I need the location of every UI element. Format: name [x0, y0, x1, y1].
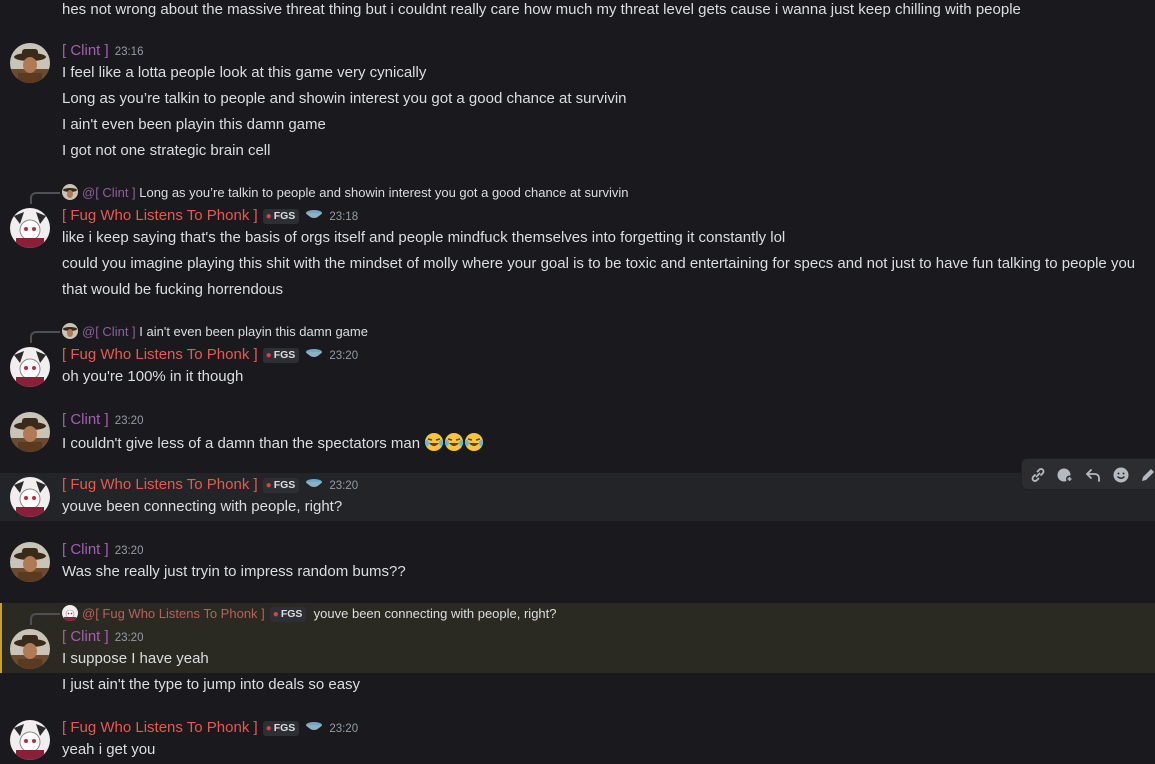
laughing-emoji-icon[interactable]	[444, 432, 464, 458]
avatar-fug[interactable]	[10, 208, 50, 248]
mushroom-icon: ●	[265, 211, 272, 222]
laughing-emoji-icon[interactable]	[464, 432, 484, 458]
avatar-clint[interactable]	[10, 542, 50, 582]
mushroom-icon: ●	[265, 350, 272, 361]
timestamp: 23:18	[329, 211, 359, 223]
reply-author[interactable]: @[ Clint ]	[82, 185, 136, 200]
message-line: I couldn't give less of a damn than the …	[62, 432, 484, 458]
reply-text: I ain't even been playin this damn game	[139, 324, 368, 339]
mushroom-icon: ●	[265, 480, 272, 491]
bowl-icon	[305, 476, 323, 496]
message-header: [ Fug Who Listens To Phonk ] ● FGS 23:20	[62, 345, 358, 365]
message-header: [ Clint ] 23:20	[62, 410, 143, 430]
avatar-fug[interactable]	[10, 477, 50, 517]
username-clint[interactable]: [ Clint ]	[62, 541, 109, 558]
timestamp: 23:20	[114, 632, 144, 644]
message-line: I ain't even been playin this damn game	[62, 116, 326, 133]
message-line: could you imagine playing this shit with…	[62, 255, 1136, 272]
guild-tag[interactable]: ● FGS	[262, 209, 300, 224]
message-line: like i keep saying that's the basis of o…	[62, 229, 786, 246]
bowl-icon	[305, 719, 323, 739]
mention-highlight-bar	[0, 603, 2, 673]
message-header: [ Fug Who Listens To Phonk ] ● FGS 23:20	[62, 718, 358, 738]
username-fug[interactable]: [ Fug Who Listens To Phonk ]	[62, 719, 258, 736]
reply-avatar-clint	[62, 323, 78, 339]
message-line: I suppose I have yeah	[62, 650, 209, 667]
reply-author[interactable]: @[ Fug Who Listens To Phonk ]	[82, 606, 265, 621]
username-clint[interactable]: [ Clint ]	[62, 411, 109, 428]
guild-tag[interactable]: ● FGS	[262, 478, 300, 493]
reply-text: youve been connecting with people, right…	[313, 606, 557, 621]
username-fug[interactable]: [ Fug Who Listens To Phonk ]	[62, 346, 258, 363]
guild-tag[interactable]: ● FGS	[262, 721, 300, 736]
avatar-clint[interactable]	[10, 629, 50, 669]
message-line: yeah i get you	[62, 741, 156, 758]
edit-icon[interactable]	[1136, 463, 1155, 487]
reply-avatar-clint	[62, 184, 78, 200]
avatar-clint[interactable]	[10, 43, 50, 83]
message-header: [ Clint ] 23:20	[62, 540, 143, 560]
message-header: [ Clint ] 23:20	[62, 627, 143, 647]
username-fug[interactable]: [ Fug Who Listens To Phonk ]	[62, 207, 258, 224]
avatar-fug[interactable]	[10, 347, 50, 387]
timestamp: 23:20	[329, 723, 359, 735]
reply-spine	[30, 192, 60, 204]
message-line: youve been connecting with people, right…	[62, 498, 343, 515]
reply-avatar-fug	[62, 605, 78, 621]
reply-icon[interactable]	[1081, 463, 1105, 487]
message-actions-toolbar	[1021, 458, 1155, 490]
username-fug[interactable]: [ Fug Who Listens To Phonk ]	[62, 476, 258, 493]
message-line: Was she really just tryin to impress ran…	[62, 563, 406, 580]
avatar-clint[interactable]	[10, 412, 50, 452]
timestamp: 23:20	[114, 545, 144, 557]
reply-text: Long as you’re talkin to people and show…	[139, 185, 629, 200]
message-line: that would be fucking horrendous	[62, 281, 283, 298]
mushroom-icon: ●	[265, 723, 272, 734]
link-icon[interactable]	[1026, 463, 1050, 487]
reply-spine	[30, 331, 60, 343]
laughing-emoji-icon[interactable]	[424, 432, 444, 458]
emoji-icon[interactable]	[1109, 463, 1133, 487]
bowl-icon	[305, 346, 323, 366]
message-line: hes not wrong about the massive threat t…	[62, 1, 1021, 18]
guild-tag[interactable]: ● FGS	[269, 607, 307, 622]
avatar-fug[interactable]	[10, 720, 50, 760]
guild-tag[interactable]: ● FGS	[262, 348, 300, 363]
bowl-icon	[305, 207, 323, 227]
timestamp: 23:20	[114, 415, 144, 427]
reply-preview[interactable]: @[ Fug Who Listens To Phonk ] ● FGS youve …	[62, 605, 557, 623]
mushroom-icon: ●	[272, 609, 279, 620]
message-line: Long as you’re talkin to people and show…	[62, 90, 627, 107]
reply-preview[interactable]: @[ Clint ] I ain't even been playin this…	[62, 323, 368, 341]
reply-preview[interactable]: @[ Clint ] Long as you’re talkin to peop…	[62, 184, 629, 202]
message-header: [ Fug Who Listens To Phonk ] ● FGS 23:18	[62, 206, 358, 226]
message-line: oh you're 100% in it though	[62, 368, 244, 385]
timestamp: 23:16	[114, 46, 144, 58]
username-clint[interactable]: [ Clint ]	[62, 628, 109, 645]
timestamp: 23:20	[329, 480, 359, 492]
message-line: I feel like a lotta people look at this …	[62, 64, 427, 81]
reply-author[interactable]: @[ Clint ]	[82, 324, 136, 339]
reply-spine	[30, 613, 60, 625]
username-clint[interactable]: [ Clint ]	[62, 42, 109, 59]
add-reaction-icon[interactable]	[1053, 463, 1077, 487]
timestamp: 23:20	[329, 350, 359, 362]
message-line: I got not one strategic brain cell	[62, 142, 271, 159]
message-line: I just ain't the type to jump into deals…	[62, 676, 361, 693]
message-header: [ Clint ] 23:16	[62, 41, 143, 61]
message-header: [ Fug Who Listens To Phonk ] ● FGS 23:20	[62, 475, 358, 495]
